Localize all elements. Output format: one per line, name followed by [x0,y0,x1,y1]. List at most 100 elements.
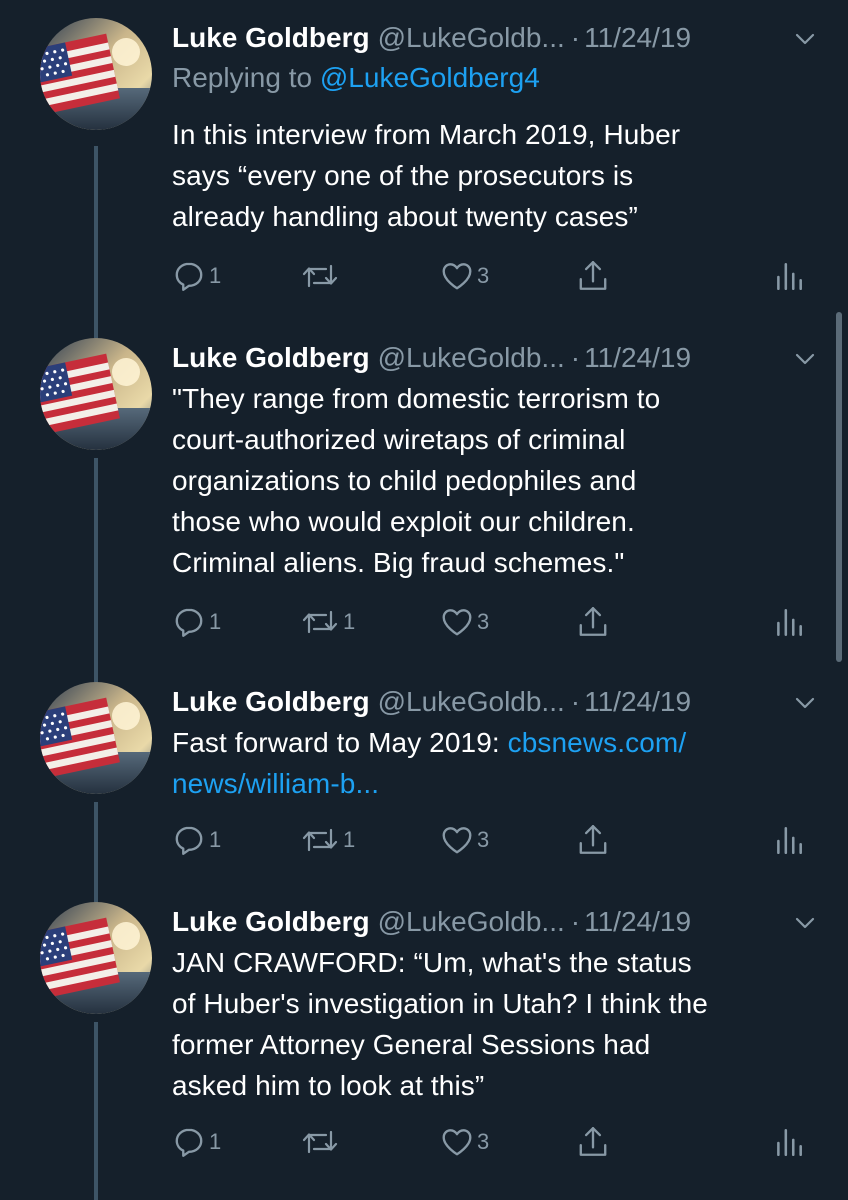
tweet-text-prefix: Fast forward to May 2019: [172,727,508,758]
like-button[interactable]: 3 [440,820,489,860]
share-button[interactable] [576,256,610,296]
tweet-text-line: court-authorized wiretaps of criminal [172,424,626,455]
reply-count: 1 [209,827,222,852]
tweet-text-line: already handling about twenty cases” [172,201,638,232]
like-count: 3 [477,1129,490,1154]
tweet-thread: Luke Goldberg @LukeGoldb... · 11/24/19 Repl… [0,0,848,1200]
tweet-date[interactable]: 11/24/19 [584,906,691,937]
reply-button[interactable]: 1 [172,256,221,296]
analytics-button[interactable] [772,602,806,642]
avatar[interactable] [40,18,152,130]
separator-dot: · [570,342,581,373]
avatar[interactable] [40,902,152,1014]
tweet-date[interactable]: 11/24/19 [584,342,691,373]
like-count: 3 [477,827,490,852]
share-icon [576,823,610,857]
reply-count: 1 [209,609,222,634]
replying-to-label: Replying to [172,62,320,93]
like-button[interactable]: 3 [440,256,489,296]
thread-connector-line [94,458,98,688]
heart-icon [440,823,474,857]
chevron-down-icon[interactable] [794,692,816,714]
thread-connector-line [94,1022,98,1200]
like-button[interactable]: 3 [440,602,489,642]
like-count: 3 [477,609,490,634]
reply-icon [172,1125,206,1159]
tweet-link[interactable]: cbsnews.com/ [508,727,687,758]
tweet-actions: 1 1 3 [172,602,822,642]
reply-icon [172,605,206,639]
analytics-icon [772,823,806,857]
tweet[interactable]: Luke Goldberg @LukeGoldb... · 11/24/19 Repl… [0,16,848,346]
tweet-header: Luke Goldberg @LukeGoldb... · 11/24/19 [172,336,822,380]
share-button[interactable] [576,820,610,860]
reply-icon [172,259,206,293]
reply-count: 1 [209,1129,222,1154]
display-name[interactable]: Luke Goldberg [172,686,370,717]
display-name[interactable]: Luke Goldberg [172,22,370,53]
user-handle[interactable]: @LukeGoldb... [378,22,565,53]
share-icon [576,1125,610,1159]
display-name[interactable]: Luke Goldberg [172,342,370,373]
separator-dot: · [570,22,581,53]
user-handle[interactable]: @LukeGoldb... [378,906,565,937]
tweet-text-line: In this interview from March 2019, Huber [172,119,681,150]
tweet-text-line: says “every one of the prosecutors is [172,160,634,191]
tweet-text: "They range from domestic terrorism to c… [172,378,822,583]
tweet-text: JAN CRAWFORD: “Um, what's the status of … [172,942,822,1106]
retweet-icon [300,824,340,856]
reply-button[interactable]: 1 [172,820,221,860]
tweet-text-line: organizations to child pedophiles and [172,465,637,496]
tweet[interactable]: Luke Goldberg @LukeGoldb... · 11/24/19 JAN … [0,900,848,1200]
analytics-icon [772,605,806,639]
analytics-button[interactable] [772,820,806,860]
thread-connector-line [94,802,98,910]
retweet-button[interactable]: 1 [300,820,355,860]
share-icon [576,605,610,639]
tweet-date[interactable]: 11/24/19 [584,22,691,53]
tweet-text-line: those who would exploit our children. [172,506,635,537]
share-button[interactable] [576,1122,610,1162]
heart-icon [440,605,474,639]
tweet-text: Fast forward to May 2019: cbsnews.com/ n… [172,722,822,804]
chevron-down-icon[interactable] [794,348,816,370]
like-button[interactable]: 3 [440,1122,489,1162]
tweet-text-line: of Huber's investigation in Utah? I thin… [172,988,708,1019]
share-icon [576,259,610,293]
avatar[interactable] [40,338,152,450]
tweet[interactable]: Luke Goldberg @LukeGoldb... · 11/24/19 Fast… [0,680,848,910]
tweet-text-line: asked him to look at this” [172,1070,485,1101]
thread-connector-line [94,146,98,346]
share-button[interactable] [576,602,610,642]
tweet-actions: 1 1 3 [172,820,822,860]
user-handle[interactable]: @LukeGoldb... [378,342,565,373]
tweet-link-continued[interactable]: news/william-b... [172,768,379,799]
tweet-text-line: former Attorney General Sessions had [172,1029,651,1060]
tweet-date[interactable]: 11/24/19 [584,686,691,717]
separator-dot: · [570,686,581,717]
analytics-button[interactable] [772,256,806,296]
chevron-down-icon[interactable] [794,28,816,50]
tweet[interactable]: Luke Goldberg @LukeGoldb... · 11/24/19 "The… [0,336,848,688]
scrollbar[interactable] [836,312,842,662]
heart-icon [440,259,474,293]
retweet-button[interactable]: 1 [300,602,355,642]
retweet-icon [300,260,340,292]
reply-count: 1 [209,263,222,288]
analytics-button[interactable] [772,1122,806,1162]
reply-button[interactable]: 1 [172,602,221,642]
retweet-count: 1 [343,827,356,852]
retweet-button[interactable] [300,256,343,296]
replying-to-mention[interactable]: @LukeGoldberg4 [320,62,540,93]
chevron-down-icon[interactable] [794,912,816,934]
user-handle[interactable]: @LukeGoldb... [378,686,565,717]
retweet-button[interactable] [300,1122,343,1162]
display-name[interactable]: Luke Goldberg [172,906,370,937]
tweet-text-line: news/william-b... [172,763,822,804]
tweet-header: Luke Goldberg @LukeGoldb... · 11/24/19 [172,680,822,724]
reply-button[interactable]: 1 [172,1122,221,1162]
tweet-header: Luke Goldberg @LukeGoldb... · 11/24/19 [172,16,822,60]
like-count: 3 [477,263,490,288]
heart-icon [440,1125,474,1159]
avatar[interactable] [40,682,152,794]
